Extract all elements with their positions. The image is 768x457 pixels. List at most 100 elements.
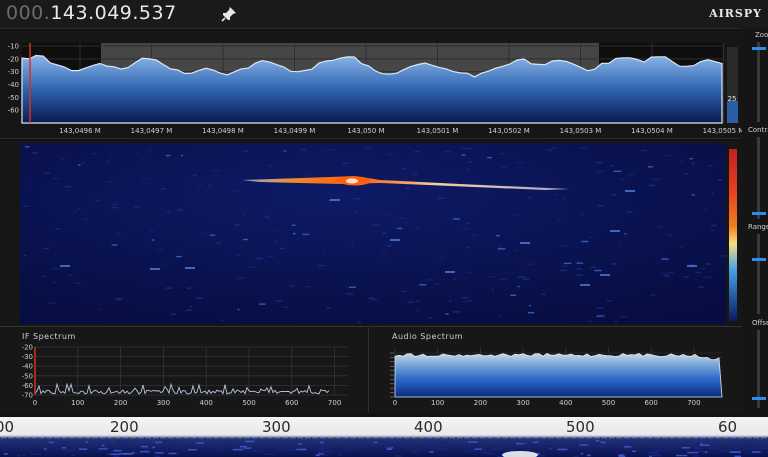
frequency-main-digits: 143.049.537 — [50, 2, 177, 24]
waterfall-speckle — [589, 236, 594, 238]
waterfall-speckle — [613, 170, 622, 172]
waterfall-speckle — [575, 274, 583, 276]
waterfall-speckle — [197, 297, 201, 299]
zoom-slider-track[interactable] — [757, 42, 760, 122]
zoom-label: Zoom — [755, 31, 768, 39]
spectrum-panel[interactable]: -10 -20 -30 -40 -50 -60 143,0496 M 143,0497 M1… — [0, 31, 745, 139]
waterfall-speckle — [111, 244, 118, 246]
offset-slider-thumb[interactable] — [752, 397, 766, 400]
strip-speckle — [437, 448, 448, 450]
waterfall-speckle — [407, 301, 415, 303]
waterfall-speckle — [158, 249, 163, 251]
strip-speckle — [318, 447, 326, 450]
waterfall-speckle — [326, 306, 331, 309]
waterfall-speckle — [698, 286, 705, 288]
spectrum-y-tick: -20 — [8, 55, 19, 63]
waterfall-speckle — [462, 228, 470, 230]
waterfall-speckle — [517, 276, 526, 278]
contrast-slider-thumb[interactable] — [752, 212, 766, 215]
waterfall-speckle — [41, 275, 47, 278]
waterfall-speckle — [689, 157, 693, 160]
waterfall-speckle — [364, 147, 373, 149]
strip-speckle — [243, 447, 252, 449]
strip-speckle — [580, 452, 584, 455]
waterfall-speckle — [688, 263, 694, 266]
range-label: Range — [748, 223, 768, 231]
waterfall-color-scale — [729, 149, 737, 321]
strip-speckle — [745, 447, 758, 449]
waterfall-speckle — [350, 244, 354, 246]
strip-speckle — [297, 443, 302, 445]
strip-speckle — [3, 453, 9, 455]
waterfall-speckle — [464, 300, 473, 302]
waterfall-speckle — [610, 194, 617, 196]
bottom-strip-graphic: 00 200 300 400 500 60 — [0, 417, 768, 457]
range-slider-thumb[interactable] — [752, 258, 766, 261]
waterfall-speckle — [452, 311, 460, 313]
strip-speckle — [86, 441, 88, 443]
range-slider-track[interactable] — [757, 234, 760, 314]
strip-speckle — [155, 441, 162, 444]
strip-speckle — [143, 447, 149, 450]
strip-speckle — [535, 444, 542, 447]
waterfall-speckle — [468, 161, 473, 163]
waterfall-speckle — [580, 213, 584, 215]
waterfall-speckle — [510, 294, 517, 296]
strip-speckle — [302, 446, 307, 449]
if-spectrum-panel[interactable]: IF Spectrum -20 -30 -40 -50 -60 -70 0 100 200 30… — [0, 326, 369, 413]
spectrum-x-tick: 143,0503 M — [560, 127, 602, 135]
waterfall-speckle — [687, 265, 697, 267]
audio-spectrum-panel[interactable]: Audio Spectrum 0 100 200 300 400 500 600 700 — [370, 326, 742, 413]
waterfall-speckle — [247, 266, 255, 268]
strip-speckle — [315, 454, 320, 457]
waterfall-panel[interactable] — [0, 141, 742, 326]
strip-speckle — [62, 449, 74, 452]
strip-speckle — [58, 442, 70, 444]
waterfall-speckle — [541, 293, 546, 295]
waterfall-speckle — [562, 197, 566, 200]
waterfall-speckle — [528, 196, 532, 199]
waterfall-speckle — [512, 214, 518, 216]
zoom-slider-thumb[interactable] — [752, 47, 766, 50]
waterfall-speckle — [711, 224, 717, 227]
contrast-slider-track[interactable] — [757, 137, 760, 219]
strip-speckle — [719, 450, 729, 452]
waterfall-speckle — [527, 263, 533, 265]
waterfall-speckle — [243, 150, 249, 152]
waterfall-speckle — [665, 234, 673, 236]
strip-speckle — [152, 446, 156, 449]
waterfall-speckle — [606, 300, 612, 302]
spectrum-x-tick: 143,0497 M — [131, 127, 173, 135]
waterfall-speckle — [449, 300, 452, 302]
waterfall-speckle — [92, 153, 98, 155]
strip-speckle — [105, 453, 111, 456]
waterfall-speckle — [580, 284, 590, 286]
strip-speckle — [348, 448, 353, 450]
if-x-tick: 700 — [328, 399, 341, 407]
spectrum-x-tick: 143,0505 M — [703, 127, 742, 135]
strip-speckle — [557, 448, 568, 451]
waterfall-speckle — [528, 312, 535, 314]
strip-speckle — [207, 444, 214, 447]
waterfall-speckle — [557, 219, 561, 222]
audio-spectrum-trace — [394, 353, 723, 398]
frequency-display[interactable]: 000.143.049.537 — [6, 2, 177, 24]
waterfall-speckle — [317, 264, 325, 267]
strip-speckle — [253, 450, 262, 452]
waterfall-speckle — [208, 184, 212, 187]
pin-icon[interactable] — [220, 5, 238, 23]
strip-speckle — [531, 443, 542, 445]
if-y-tick: -60 — [22, 382, 33, 390]
waterfall-speckle — [141, 177, 149, 180]
strip-tick-label: 500 — [566, 418, 595, 436]
strip-speckle — [671, 445, 679, 447]
waterfall-speckle — [683, 276, 689, 278]
waterfall-speckle — [416, 309, 419, 312]
spectrum-x-tick: 143,0502 M — [488, 127, 530, 135]
spectrum-plot[interactable]: -10-20-30-40-50-60 143,0496 M 143,0497 M1… — [0, 31, 745, 138]
waterfall-speckle — [501, 166, 507, 168]
strip-speckle — [522, 443, 529, 445]
waterfall-display[interactable] — [0, 141, 742, 326]
waterfall-signal-core — [346, 178, 358, 184]
waterfall-speckle — [382, 232, 387, 234]
